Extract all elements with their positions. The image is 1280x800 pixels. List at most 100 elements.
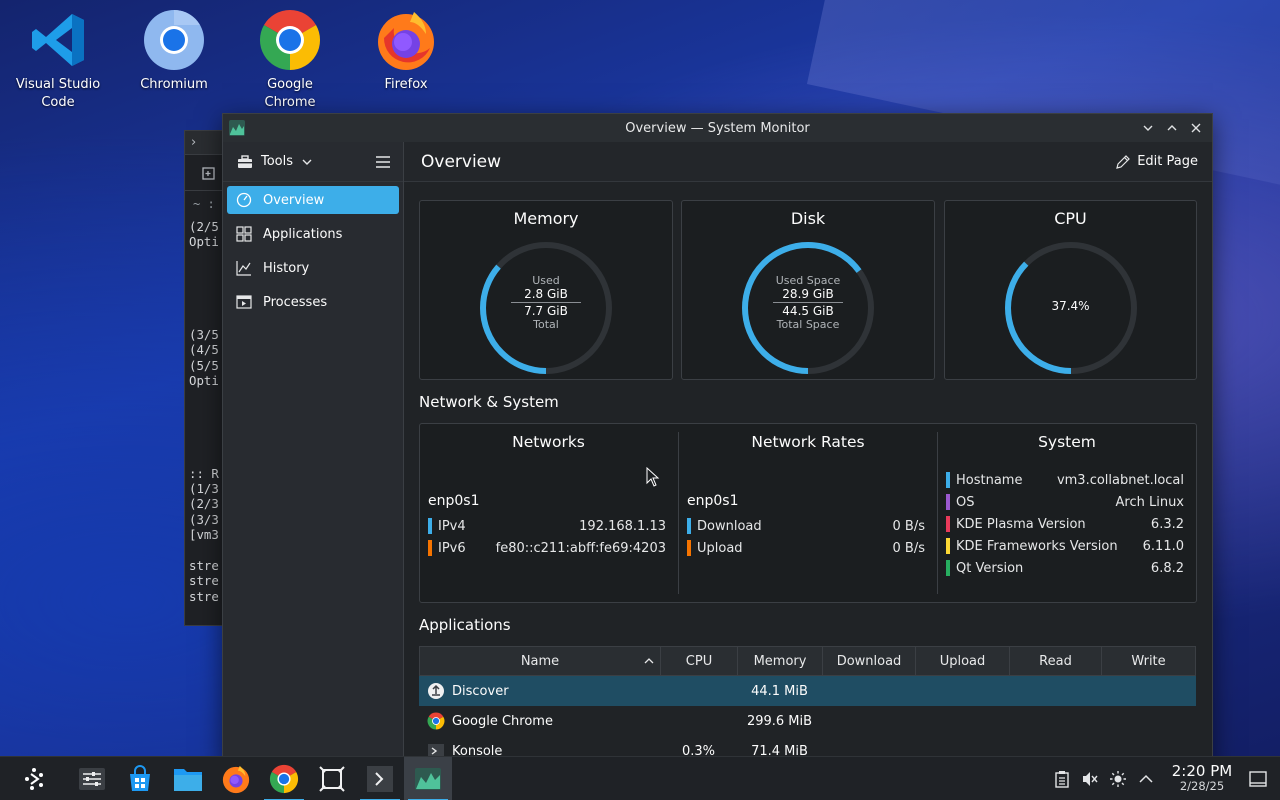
toolbox-icon	[238, 154, 252, 168]
system-row-plasma: KDE Plasma Version 6.3.2	[946, 514, 1184, 534]
row-key: Hostname	[956, 472, 1023, 488]
tools-menu-button[interactable]: Tools	[237, 154, 375, 169]
pencil-icon	[1116, 154, 1131, 169]
system-row-frameworks: KDE Frameworks Version 6.11.0	[946, 536, 1184, 556]
desktop-icon-chrome[interactable]: Google Chrome	[242, 8, 338, 112]
column-divider	[937, 432, 938, 594]
cpu-value: 37.4%	[1051, 299, 1090, 313]
discover-icon	[428, 683, 444, 699]
column-label: CPU	[685, 653, 713, 669]
application-launcher-icon	[25, 767, 43, 790]
column-header-name[interactable]: Name	[420, 647, 661, 675]
chevron-up-icon	[1139, 774, 1153, 783]
new-tab-icon[interactable]	[201, 165, 217, 181]
row-value: 6.11.0	[1142, 538, 1184, 554]
desktop-icon-label: Firefox	[384, 77, 428, 92]
column-header-read[interactable]: Read	[1010, 647, 1102, 675]
memory-gauge: Used 2.8 GiB 7.7 GiB Total	[476, 238, 616, 378]
brightness-button[interactable]	[1104, 757, 1132, 800]
vscode-icon	[32, 14, 84, 66]
hamburger-menu-icon[interactable]	[375, 155, 391, 169]
column-header-download[interactable]: Download	[823, 647, 916, 675]
column-header-memory[interactable]: Memory	[738, 647, 823, 675]
sidebar-item-overview[interactable]: Overview	[227, 186, 399, 214]
taskbar-konsole[interactable]	[356, 757, 404, 800]
taskbar-firefox[interactable]	[212, 757, 260, 800]
desktop-icon-label: Visual Studio Code	[15, 77, 101, 110]
row-key: Upload	[697, 540, 743, 556]
show-desktop-button[interactable]	[1244, 757, 1272, 800]
column-header-cpu[interactable]: CPU	[661, 647, 738, 675]
system-monitor-window[interactable]: Overview — System Monitor Tools Overview…	[222, 113, 1213, 768]
network-system-heading: Network & System	[419, 393, 559, 411]
table-header: Name CPU Memory Download Upload Read Wri…	[419, 646, 1196, 676]
taskbar-window-overview[interactable]	[308, 757, 356, 800]
column-header-upload[interactable]: Upload	[916, 647, 1010, 675]
memory-card: Memory Used 2.8 GiB 7.7 GiB Total	[419, 200, 673, 380]
application-launcher-button[interactable]	[10, 757, 58, 800]
processes-icon	[236, 295, 252, 309]
row-memory: 44.1 MiB	[751, 683, 808, 699]
system-title: System	[1038, 433, 1096, 451]
disk-used-value: 28.9 GiB	[782, 287, 834, 301]
taskbar-discover[interactable]	[116, 757, 164, 800]
chevron-up-icon	[1167, 125, 1177, 131]
row-key: IPv6	[438, 540, 466, 556]
row-memory: 299.6 MiB	[746, 713, 813, 729]
color-swatch	[946, 516, 950, 532]
column-label: Download	[836, 653, 902, 669]
row-key: KDE Plasma Version	[956, 516, 1086, 532]
row-value: 6.3.2	[1150, 516, 1184, 532]
desktop-icon-vscode[interactable]: Visual Studio Code	[10, 8, 106, 112]
sidebar-item-applications[interactable]: Applications	[227, 220, 399, 248]
minimize-button[interactable]	[1138, 118, 1158, 138]
color-swatch	[687, 518, 691, 534]
close-button[interactable]	[1186, 118, 1206, 138]
chevron-down-icon	[1143, 125, 1153, 131]
column-header-write[interactable]: Write	[1102, 647, 1195, 675]
chrome-icon	[427, 712, 445, 730]
gauge-separator	[511, 302, 581, 303]
taskbar-chrome[interactable]	[260, 757, 308, 800]
row-value: 6.8.2	[1150, 560, 1184, 576]
memory-total-value: 7.7 GiB	[524, 304, 568, 318]
edit-page-button[interactable]: Edit Page	[1115, 154, 1198, 170]
clipboard-button[interactable]	[1048, 757, 1076, 800]
window-titlebar[interactable]: Overview — System Monitor	[223, 114, 1212, 142]
show-desktop-icon	[1249, 771, 1267, 787]
taskbar-system-monitor[interactable]	[404, 756, 452, 800]
disk-total-value: 44.5 GiB	[782, 304, 834, 318]
volume-button[interactable]	[1076, 757, 1104, 800]
tray-expand-button[interactable]	[1132, 757, 1160, 800]
networks-title: Networks	[512, 433, 585, 451]
sidebar-nav: Overview Applications History Processes	[223, 182, 403, 326]
networks-interface: enp0s1	[428, 493, 480, 509]
network-system-card: Networks Network Rates System enp0s1 IPv…	[419, 423, 1197, 603]
sidebar-item-processes[interactable]: Processes	[227, 288, 399, 316]
row-value: 0 B/s	[892, 540, 925, 556]
disk-used-label: Used Space	[775, 274, 841, 287]
sidebar-item-label: Applications	[263, 226, 343, 242]
row-name: Discover	[452, 683, 509, 699]
clock[interactable]: 2:20 PM 2/28/25	[1166, 764, 1238, 794]
color-swatch	[946, 494, 950, 510]
sidebar-item-history[interactable]: History	[227, 254, 399, 282]
sidebar-item-label: Overview	[263, 192, 325, 208]
desktop-icon-firefox[interactable]: Firefox	[358, 8, 454, 94]
desktop-icon-chromium[interactable]: Chromium	[126, 8, 222, 94]
maximize-button[interactable]	[1162, 118, 1182, 138]
sidebar: Tools Overview Applications History Proc…	[223, 142, 404, 767]
taskbar-system-settings[interactable]	[68, 757, 116, 800]
overview-icon	[236, 192, 252, 208]
column-label: Name	[520, 653, 560, 669]
table-row[interactable]: Discover 44.1 MiB	[419, 676, 1196, 706]
color-swatch	[428, 518, 432, 534]
folder-icon	[174, 768, 202, 791]
system-monitor-icon	[415, 767, 441, 790]
taskbar-dolphin[interactable]	[164, 757, 212, 800]
table-row[interactable]: Google Chrome 299.6 MiB	[419, 706, 1196, 736]
firefox-icon	[378, 12, 434, 70]
discover-icon	[130, 764, 150, 791]
disk-gauge: Used Space 28.9 GiB 44.5 GiB Total Space	[738, 238, 878, 378]
close-icon	[1191, 123, 1201, 133]
